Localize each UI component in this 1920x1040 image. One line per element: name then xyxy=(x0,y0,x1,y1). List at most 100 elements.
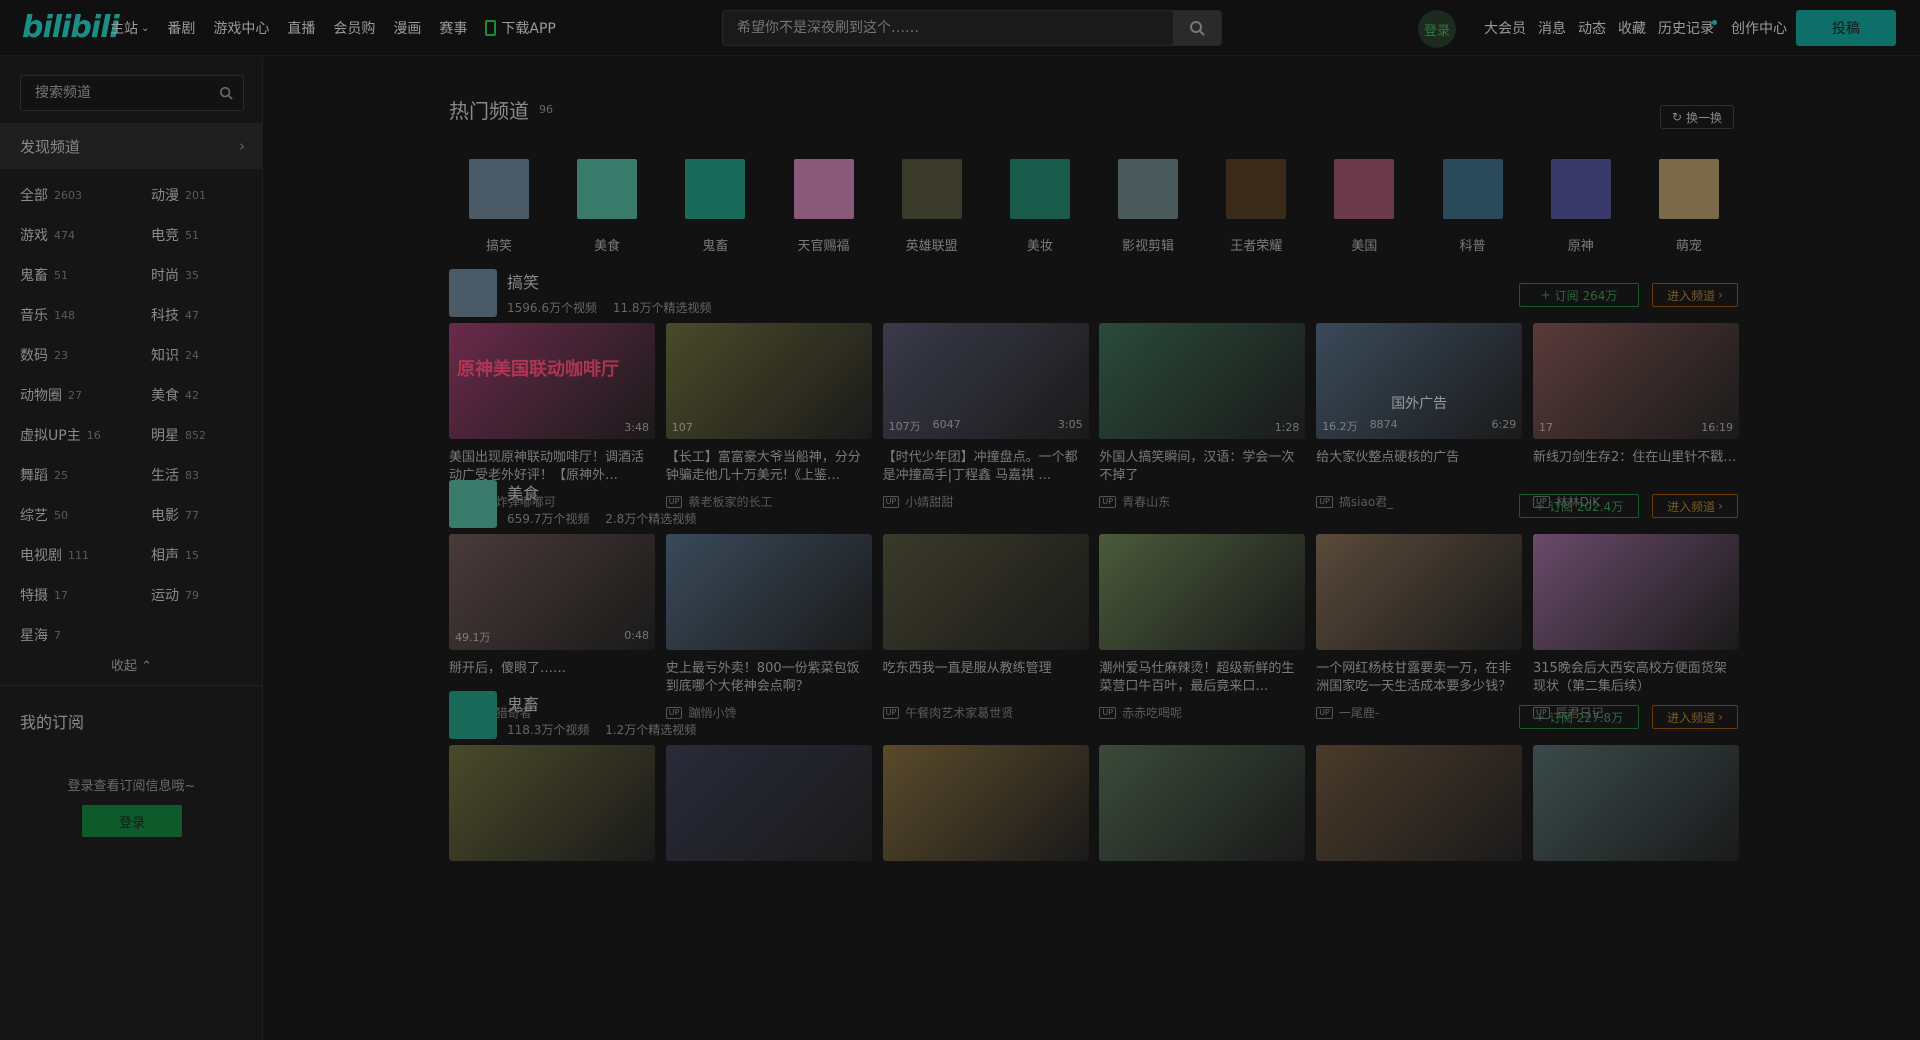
nav-item-anime[interactable]: 番剧 xyxy=(167,18,195,38)
nav-item-mall[interactable]: 会员购 xyxy=(333,18,375,38)
video-thumbnail[interactable]: 107万 6047 3:05 xyxy=(882,323,1089,439)
swap-button[interactable]: ↻ 换一换 xyxy=(1660,105,1734,129)
hot-channel-item[interactable]: 美食 xyxy=(557,159,657,254)
category-item[interactable]: 电竞 51 xyxy=(151,215,251,255)
upload-button[interactable]: 投稿 xyxy=(1796,10,1896,46)
category-item[interactable]: 运动 79 xyxy=(151,575,251,615)
nav-item-download-app[interactable]: 下载APP xyxy=(485,18,556,38)
category-name: 星海 xyxy=(20,628,48,644)
channel-avatar[interactable] xyxy=(449,691,497,739)
video-thumbnail[interactable] xyxy=(1532,534,1739,650)
subscribe-button[interactable]: + 订阅 202.4万 xyxy=(1519,494,1639,518)
video-thumbnail[interactable] xyxy=(882,534,1089,650)
channel-avatar[interactable] xyxy=(449,269,497,317)
video-thumbnail[interactable] xyxy=(1099,534,1306,650)
header-search-input[interactable] xyxy=(723,11,1173,45)
hot-channel-item[interactable]: 王者荣耀 xyxy=(1206,159,1306,254)
nav-item-esports[interactable]: 赛事 xyxy=(439,18,467,38)
category-item[interactable]: 虚拟UP主 16 xyxy=(20,415,151,455)
hot-channel-item[interactable]: 原神 xyxy=(1531,159,1631,254)
category-item[interactable]: 数码 23 xyxy=(20,335,151,375)
category-item[interactable]: 美食 42 xyxy=(151,375,251,415)
hot-channel-item[interactable]: 美国 xyxy=(1314,159,1414,254)
enter-channel-button[interactable]: 进入频道 › xyxy=(1652,494,1738,518)
video-thumbnail[interactable] xyxy=(665,745,872,861)
nav-item-game-center[interactable]: 游戏中心 xyxy=(213,18,269,38)
enter-channel-button[interactable]: 进入频道 › xyxy=(1652,283,1738,307)
video-card[interactable] xyxy=(1099,745,1306,861)
video-thumbnail[interactable]: 国外广告 16.2万 8874 6:29 xyxy=(1316,323,1523,439)
video-card[interactable] xyxy=(1316,745,1523,861)
category-item[interactable]: 时尚 35 xyxy=(151,255,251,295)
video-thumbnail[interactable] xyxy=(1099,745,1306,861)
video-card[interactable] xyxy=(882,745,1089,861)
video-thumbnail[interactable]: 原神美国联动咖啡厅 3:48 xyxy=(449,323,655,439)
hot-channel-item[interactable]: 科普 xyxy=(1423,159,1523,254)
video-thumbnail[interactable] xyxy=(1316,745,1523,861)
category-item[interactable]: 音乐 148 xyxy=(20,295,151,335)
video-thumbnail[interactable]: 107 xyxy=(665,323,872,439)
video-thumbnail[interactable]: 49.1万 0:48 xyxy=(449,534,655,650)
hot-channel-item[interactable]: 影视剪辑 xyxy=(1098,159,1198,254)
video-thumbnail[interactable]: 1:28 xyxy=(1099,323,1306,439)
category-item[interactable]: 明星 852 xyxy=(151,415,251,455)
nav-dynamics[interactable]: 动态 xyxy=(1578,18,1606,38)
search-icon[interactable] xyxy=(219,86,233,104)
nav-favorites[interactable]: 收藏 xyxy=(1618,18,1646,38)
category-item[interactable]: 科技 47 xyxy=(151,295,251,335)
category-item[interactable]: 生活 83 xyxy=(151,455,251,495)
hot-channel-item[interactable]: 搞笑 xyxy=(449,159,549,254)
discover-channels[interactable]: 发现频道 › xyxy=(0,123,263,169)
subscribe-button[interactable]: + 订阅 227.8万 xyxy=(1519,705,1639,729)
video-thumbnail[interactable] xyxy=(665,534,872,650)
nav-vip[interactable]: 大会员 xyxy=(1484,18,1526,38)
enter-channel-button[interactable]: 进入频道 › xyxy=(1652,705,1738,729)
video-thumbnail[interactable] xyxy=(882,745,1089,861)
video-thumbnail[interactable] xyxy=(1532,745,1739,861)
search-button[interactable] xyxy=(1173,11,1221,45)
category-item[interactable]: 特摄 17 xyxy=(20,575,151,615)
sidebar-login-button[interactable]: 登录 xyxy=(82,805,182,837)
category-item[interactable]: 电视剧 111 xyxy=(20,535,151,575)
category-item[interactable]: 电影 77 xyxy=(151,495,251,535)
channel-search-input[interactable] xyxy=(21,76,211,110)
category-item[interactable]: 游戏 474 xyxy=(20,215,151,255)
nav-messages[interactable]: 消息 xyxy=(1538,18,1566,38)
video-card[interactable] xyxy=(1532,745,1739,861)
channel-name[interactable]: 搞笑 xyxy=(507,269,539,293)
nav-item-live[interactable]: 直播 xyxy=(287,18,315,38)
video-card[interactable] xyxy=(665,745,872,861)
category-item[interactable]: 星海 7 xyxy=(20,615,151,655)
hot-channel-item[interactable]: 英雄联盟 xyxy=(882,159,982,254)
category-item[interactable]: 鬼畜 51 xyxy=(20,255,151,295)
hot-channels-count: 96 xyxy=(539,103,553,116)
video-thumbnail[interactable] xyxy=(449,745,655,861)
channel-name[interactable]: 鬼畜 xyxy=(507,691,539,715)
collapse-button[interactable]: 收起 ⌃ xyxy=(0,655,263,674)
hot-channel-item[interactable]: 鬼畜 xyxy=(665,159,765,254)
channel-section: 搞笑 1596.6万个视频 11.8万个精选视频 + 订阅 264万 进入频道 › … xyxy=(449,269,1739,509)
nav-item-main[interactable]: 主站 ⌄ xyxy=(110,18,149,38)
bilibili-logo[interactable]: bilibili xyxy=(22,10,120,45)
category-item[interactable]: 舞蹈 25 xyxy=(20,455,151,495)
category-item[interactable]: 综艺 50 xyxy=(20,495,151,535)
hot-channel-item[interactable]: 美妆 xyxy=(990,159,1090,254)
nav-creator-center[interactable]: 创作中心 xyxy=(1731,18,1787,38)
video-thumbnail[interactable] xyxy=(1316,534,1523,650)
login-avatar-button[interactable]: 登录 xyxy=(1418,10,1456,48)
category-item[interactable]: 全部 2603 xyxy=(20,175,151,215)
nav-history[interactable]: 历史记录 xyxy=(1658,18,1719,38)
nav-item-manga[interactable]: 漫画 xyxy=(393,18,421,38)
category-item[interactable]: 相声 15 xyxy=(151,535,251,575)
video-thumbnail[interactable]: 17 16:19 xyxy=(1532,323,1739,439)
video-card[interactable] xyxy=(449,745,655,861)
category-item[interactable]: 动物圈 27 xyxy=(20,375,151,415)
hot-channel-item[interactable]: 天官赐福 xyxy=(774,159,874,254)
category-item[interactable]: 动漫 201 xyxy=(151,175,251,215)
category-item[interactable]: 知识 24 xyxy=(151,335,251,375)
subscribe-button[interactable]: + 订阅 264万 xyxy=(1519,283,1639,307)
channel-avatar[interactable] xyxy=(449,480,497,528)
hot-channel-item[interactable]: 萌宠 xyxy=(1639,159,1739,254)
channel-name[interactable]: 美食 xyxy=(507,480,539,504)
channel-sidebar: 发现频道 › 全部 2603 动漫 201 游戏 474 电竞 51 鬼畜 51 时尚 35 音乐 148… xyxy=(0,57,263,1040)
